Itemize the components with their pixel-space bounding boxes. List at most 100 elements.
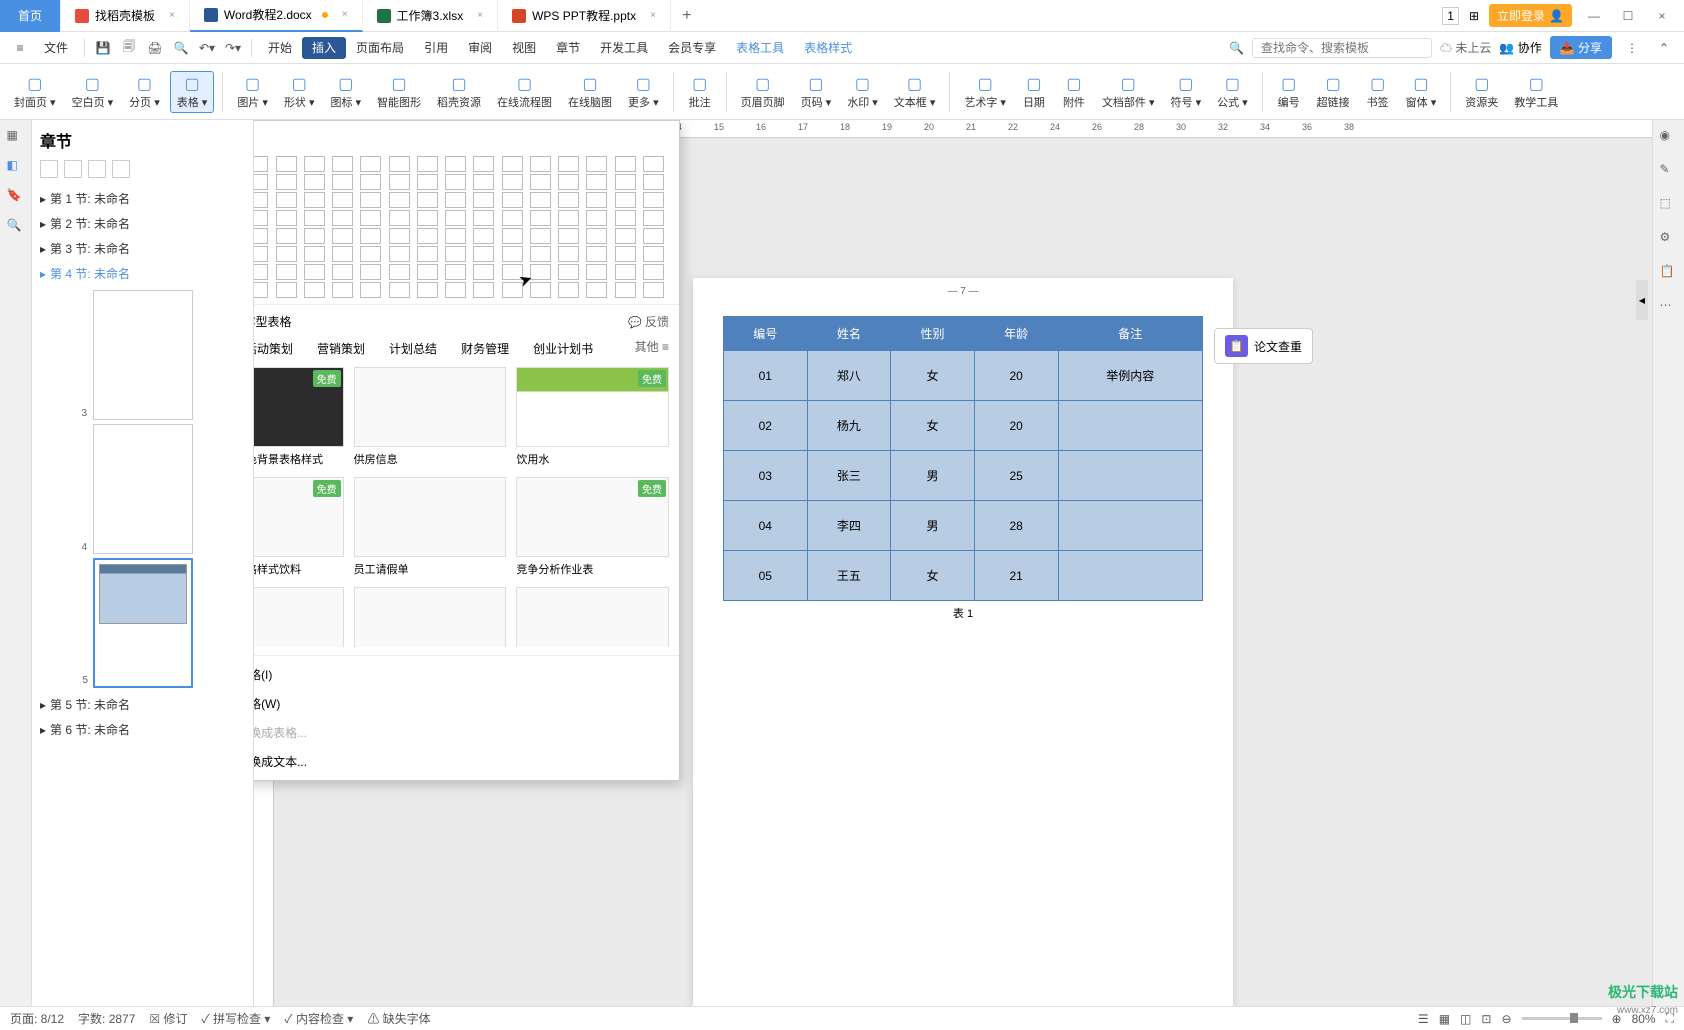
ribbon-页码[interactable]: ▢页码 ▾	[795, 72, 838, 112]
more-icon[interactable]: ⋮	[1620, 36, 1644, 60]
grid-cell[interactable]	[254, 264, 268, 280]
grid-cell[interactable]	[389, 174, 410, 190]
ribbon-水印[interactable]: ▢水印 ▾	[841, 72, 884, 112]
grid-cell[interactable]	[276, 210, 297, 226]
grid-cell[interactable]	[304, 228, 325, 244]
grid-cell[interactable]	[586, 210, 607, 226]
table-size-grid[interactable]	[254, 150, 679, 304]
ribbon-表格[interactable]: ▢表格 ▾	[170, 71, 215, 113]
grid-cell[interactable]	[558, 174, 579, 190]
grid-cell[interactable]	[558, 282, 579, 298]
grid-cell[interactable]	[360, 264, 381, 280]
table-row[interactable]: 02杨九女20	[724, 401, 1203, 451]
template-item[interactable]: 员工请假单	[354, 477, 507, 577]
template-category[interactable]: 活动策划	[254, 338, 299, 359]
table-header[interactable]: 姓名	[807, 317, 891, 351]
daoke-rail-icon[interactable]: ◉	[1660, 128, 1678, 146]
grid-cell[interactable]	[615, 210, 636, 226]
grid-cell[interactable]	[530, 210, 551, 226]
ribbon-图标[interactable]: ▢图标 ▾	[324, 72, 367, 112]
ribbon-页眉页脚[interactable]: ▢页眉页脚	[735, 72, 791, 112]
grid-cell[interactable]	[276, 192, 297, 208]
grid-cell[interactable]	[417, 246, 438, 262]
menu-icon[interactable]: ≡	[8, 36, 32, 60]
grid-cell[interactable]	[558, 156, 579, 172]
minimize-button[interactable]: —	[1582, 9, 1606, 23]
ribbon-智能图形[interactable]: ▢智能图形	[371, 72, 427, 112]
grid-cell[interactable]	[304, 192, 325, 208]
grid-cell[interactable]	[643, 156, 664, 172]
grid-cell[interactable]	[332, 210, 353, 226]
share-button[interactable]: 📤 分享	[1550, 36, 1612, 59]
grid-cell[interactable]	[615, 246, 636, 262]
grid-cell[interactable]	[558, 210, 579, 226]
grid-cell[interactable]	[530, 228, 551, 244]
template-category[interactable]: 计划总结	[383, 338, 443, 359]
grid-cell[interactable]	[586, 282, 607, 298]
grid-cell[interactable]	[276, 264, 297, 280]
table-action[interactable]: ✎绘制表格(W)	[254, 689, 679, 718]
tab-excel-doc[interactable]: 工作簿3.xlsx×	[363, 0, 499, 32]
grid-cell[interactable]	[389, 210, 410, 226]
grid-cell[interactable]	[615, 228, 636, 244]
grid-cell[interactable]	[360, 156, 381, 172]
ribbon-艺术字[interactable]: ▢艺术字 ▾	[958, 72, 1012, 112]
ribbon-在线脑图[interactable]: ▢在线脑图	[562, 72, 618, 112]
grid-cell[interactable]	[643, 174, 664, 190]
grid-cell[interactable]	[254, 174, 268, 190]
grid-cell[interactable]	[417, 228, 438, 244]
menu-表格样式[interactable]: 表格样式	[794, 37, 862, 59]
tab-ppt-doc[interactable]: WPS PPT教程.pptx×	[498, 0, 671, 32]
category-more[interactable]: 其他 ≡	[635, 338, 669, 359]
grid-cell[interactable]	[254, 210, 268, 226]
menu-章节[interactable]: 章节	[546, 37, 590, 59]
ribbon-公式[interactable]: ▢公式 ▾	[1211, 72, 1254, 112]
grid-cell[interactable]	[304, 264, 325, 280]
file-menu[interactable]: 文件	[34, 35, 78, 60]
menu-审阅[interactable]: 审阅	[458, 37, 502, 59]
grid-cell[interactable]	[332, 264, 353, 280]
table-action[interactable]: ⊟表格转换成文本...	[254, 747, 679, 776]
grid-cell[interactable]	[304, 246, 325, 262]
grid-cell[interactable]	[558, 264, 579, 280]
grid-cell[interactable]	[473, 264, 494, 280]
template-category[interactable]: 财务管理	[455, 338, 515, 359]
grid-cell[interactable]	[445, 156, 466, 172]
grid-cell[interactable]	[332, 282, 353, 298]
grid-cell[interactable]	[586, 156, 607, 172]
revise-toggle[interactable]: ☒ 修订	[149, 1010, 187, 1027]
section-item[interactable]: ▸第 2 节: 未命名	[40, 211, 245, 236]
menu-插入[interactable]: 插入	[302, 37, 346, 59]
thesis-check-panel[interactable]: 📋 论文查重	[1214, 328, 1313, 364]
ribbon-编号[interactable]: ▢编号	[1271, 72, 1307, 112]
spell-check[interactable]: ✓ 拼写检查 ▾	[202, 1010, 271, 1027]
ribbon-窗体[interactable]: ▢窗体 ▾	[1400, 72, 1443, 112]
template-item[interactable]: 凹凸感表格样式工具	[254, 587, 344, 647]
cloud-status[interactable]: ☁ 未上云	[1440, 39, 1491, 56]
grid-cell[interactable]	[473, 246, 494, 262]
ribbon-文本框[interactable]: ▢文本框 ▾	[888, 72, 942, 112]
content-check[interactable]: ✓ 内容检查 ▾	[284, 1010, 353, 1027]
edit-rail-icon[interactable]: ✎	[1660, 162, 1678, 180]
grid-cell[interactable]	[276, 174, 297, 190]
grid-cell[interactable]	[332, 246, 353, 262]
redo-icon[interactable]: ↷▾	[221, 36, 245, 60]
ribbon-超链接[interactable]: ▢超链接	[1311, 72, 1356, 112]
grid-cell[interactable]	[304, 156, 325, 172]
print-icon[interactable]: 🖨	[143, 36, 167, 60]
ribbon-形状[interactable]: ▢形状 ▾	[278, 72, 321, 112]
grid-cell[interactable]	[417, 192, 438, 208]
grid-cell[interactable]	[389, 192, 410, 208]
zoom-slider[interactable]	[1522, 1017, 1602, 1020]
grid-cell[interactable]	[360, 174, 381, 190]
tab-home[interactable]: 首页	[0, 0, 61, 32]
close-icon[interactable]: ×	[650, 10, 656, 21]
section-item[interactable]: ▸第 4 节: 未命名	[40, 261, 245, 286]
grid-cell[interactable]	[304, 282, 325, 298]
grid-cell[interactable]	[643, 246, 664, 262]
grid-cell[interactable]	[254, 156, 268, 172]
grid-cell[interactable]	[445, 210, 466, 226]
collapse-ribbon-icon[interactable]: ⌃	[1652, 36, 1676, 60]
tab-daoke[interactable]: 找稻壳模板×	[61, 0, 190, 32]
grid-cell[interactable]	[502, 210, 523, 226]
